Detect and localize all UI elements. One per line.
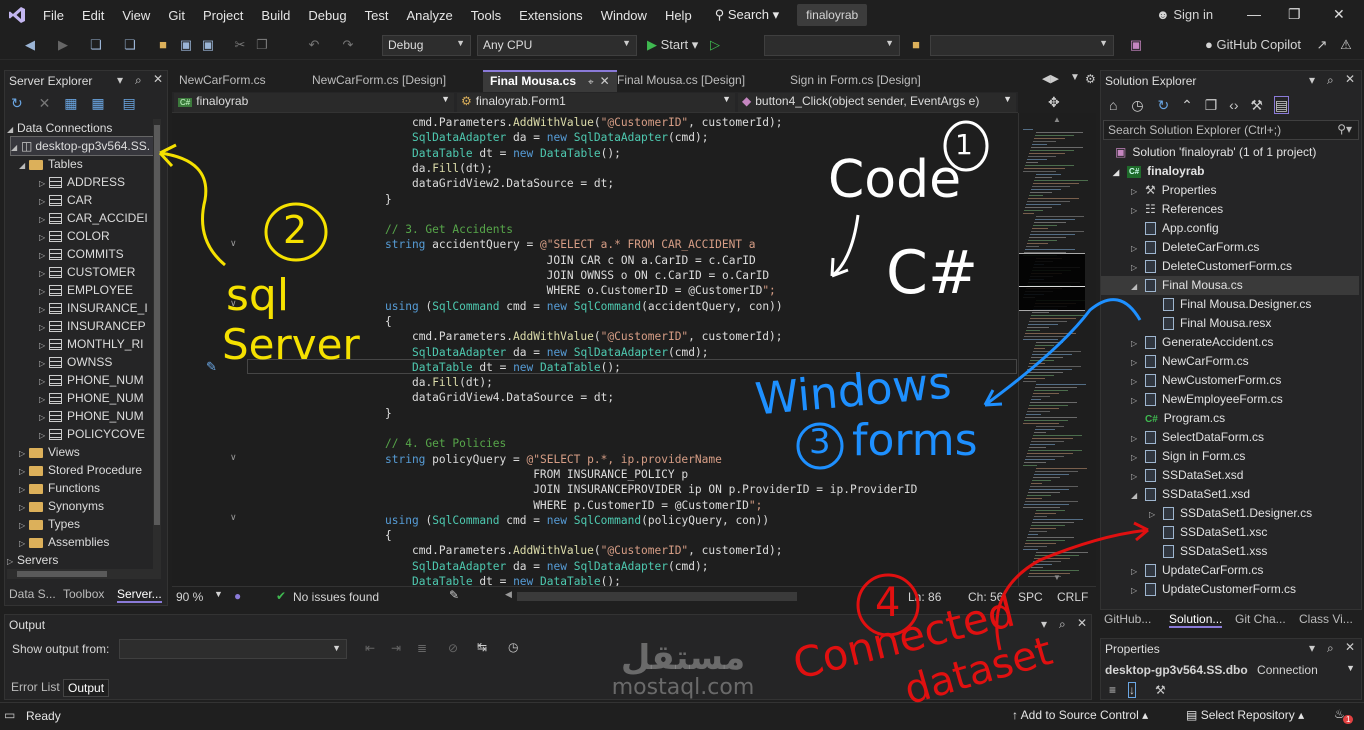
annotation-circle-2	[264, 202, 328, 262]
annotation-arrow-down	[830, 214, 860, 278]
annotation-arrow-to-connection	[158, 143, 226, 267]
annotation-circle-4	[856, 573, 920, 637]
annotation-arrow-to-forms	[983, 298, 1142, 407]
handwritten-annotation-layer	[158, 120, 1149, 651]
annotation-arrow-to-dataset	[995, 521, 1149, 651]
annotation-circle-3	[796, 422, 844, 470]
annotation-circle-1	[943, 120, 989, 172]
